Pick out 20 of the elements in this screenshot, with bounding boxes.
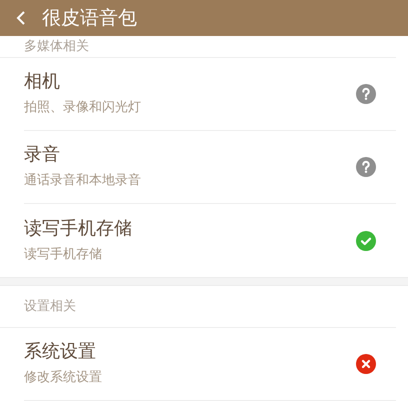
permission-description: 通话录音和本地录音 bbox=[24, 172, 141, 190]
permission-title: 相机 bbox=[24, 70, 61, 94]
page-title: 很皮语音包 bbox=[42, 6, 137, 31]
permission-description: 修改系统设置 bbox=[24, 369, 102, 388]
question-icon bbox=[356, 157, 376, 177]
permission-title: 系统设置 bbox=[24, 340, 97, 364]
cross-icon bbox=[356, 354, 376, 374]
check-icon bbox=[356, 230, 376, 250]
permission-row[interactable]: 读写手机存储 读写手机存储 bbox=[24, 204, 396, 277]
permission-title: 读写手机存储 bbox=[24, 216, 132, 241]
back-icon[interactable] bbox=[16, 10, 26, 26]
question-icon bbox=[356, 84, 376, 104]
section-label: 设置相关 bbox=[24, 298, 76, 316]
permission-description: 读写手机存储 bbox=[24, 246, 103, 264]
permission-row[interactable]: 录音 通话录音和本地录音 bbox=[24, 131, 396, 204]
permission-title: 录音 bbox=[24, 143, 61, 168]
section-label: 多媒体相关 bbox=[24, 38, 89, 56]
permission-description: 拍照、录像和闪光灯 bbox=[24, 99, 141, 118]
permission-row[interactable]: 系统设置 修改系统设置 bbox=[24, 328, 396, 401]
permission-row[interactable]: 相机 拍照、录像和闪光灯 bbox=[24, 58, 396, 131]
